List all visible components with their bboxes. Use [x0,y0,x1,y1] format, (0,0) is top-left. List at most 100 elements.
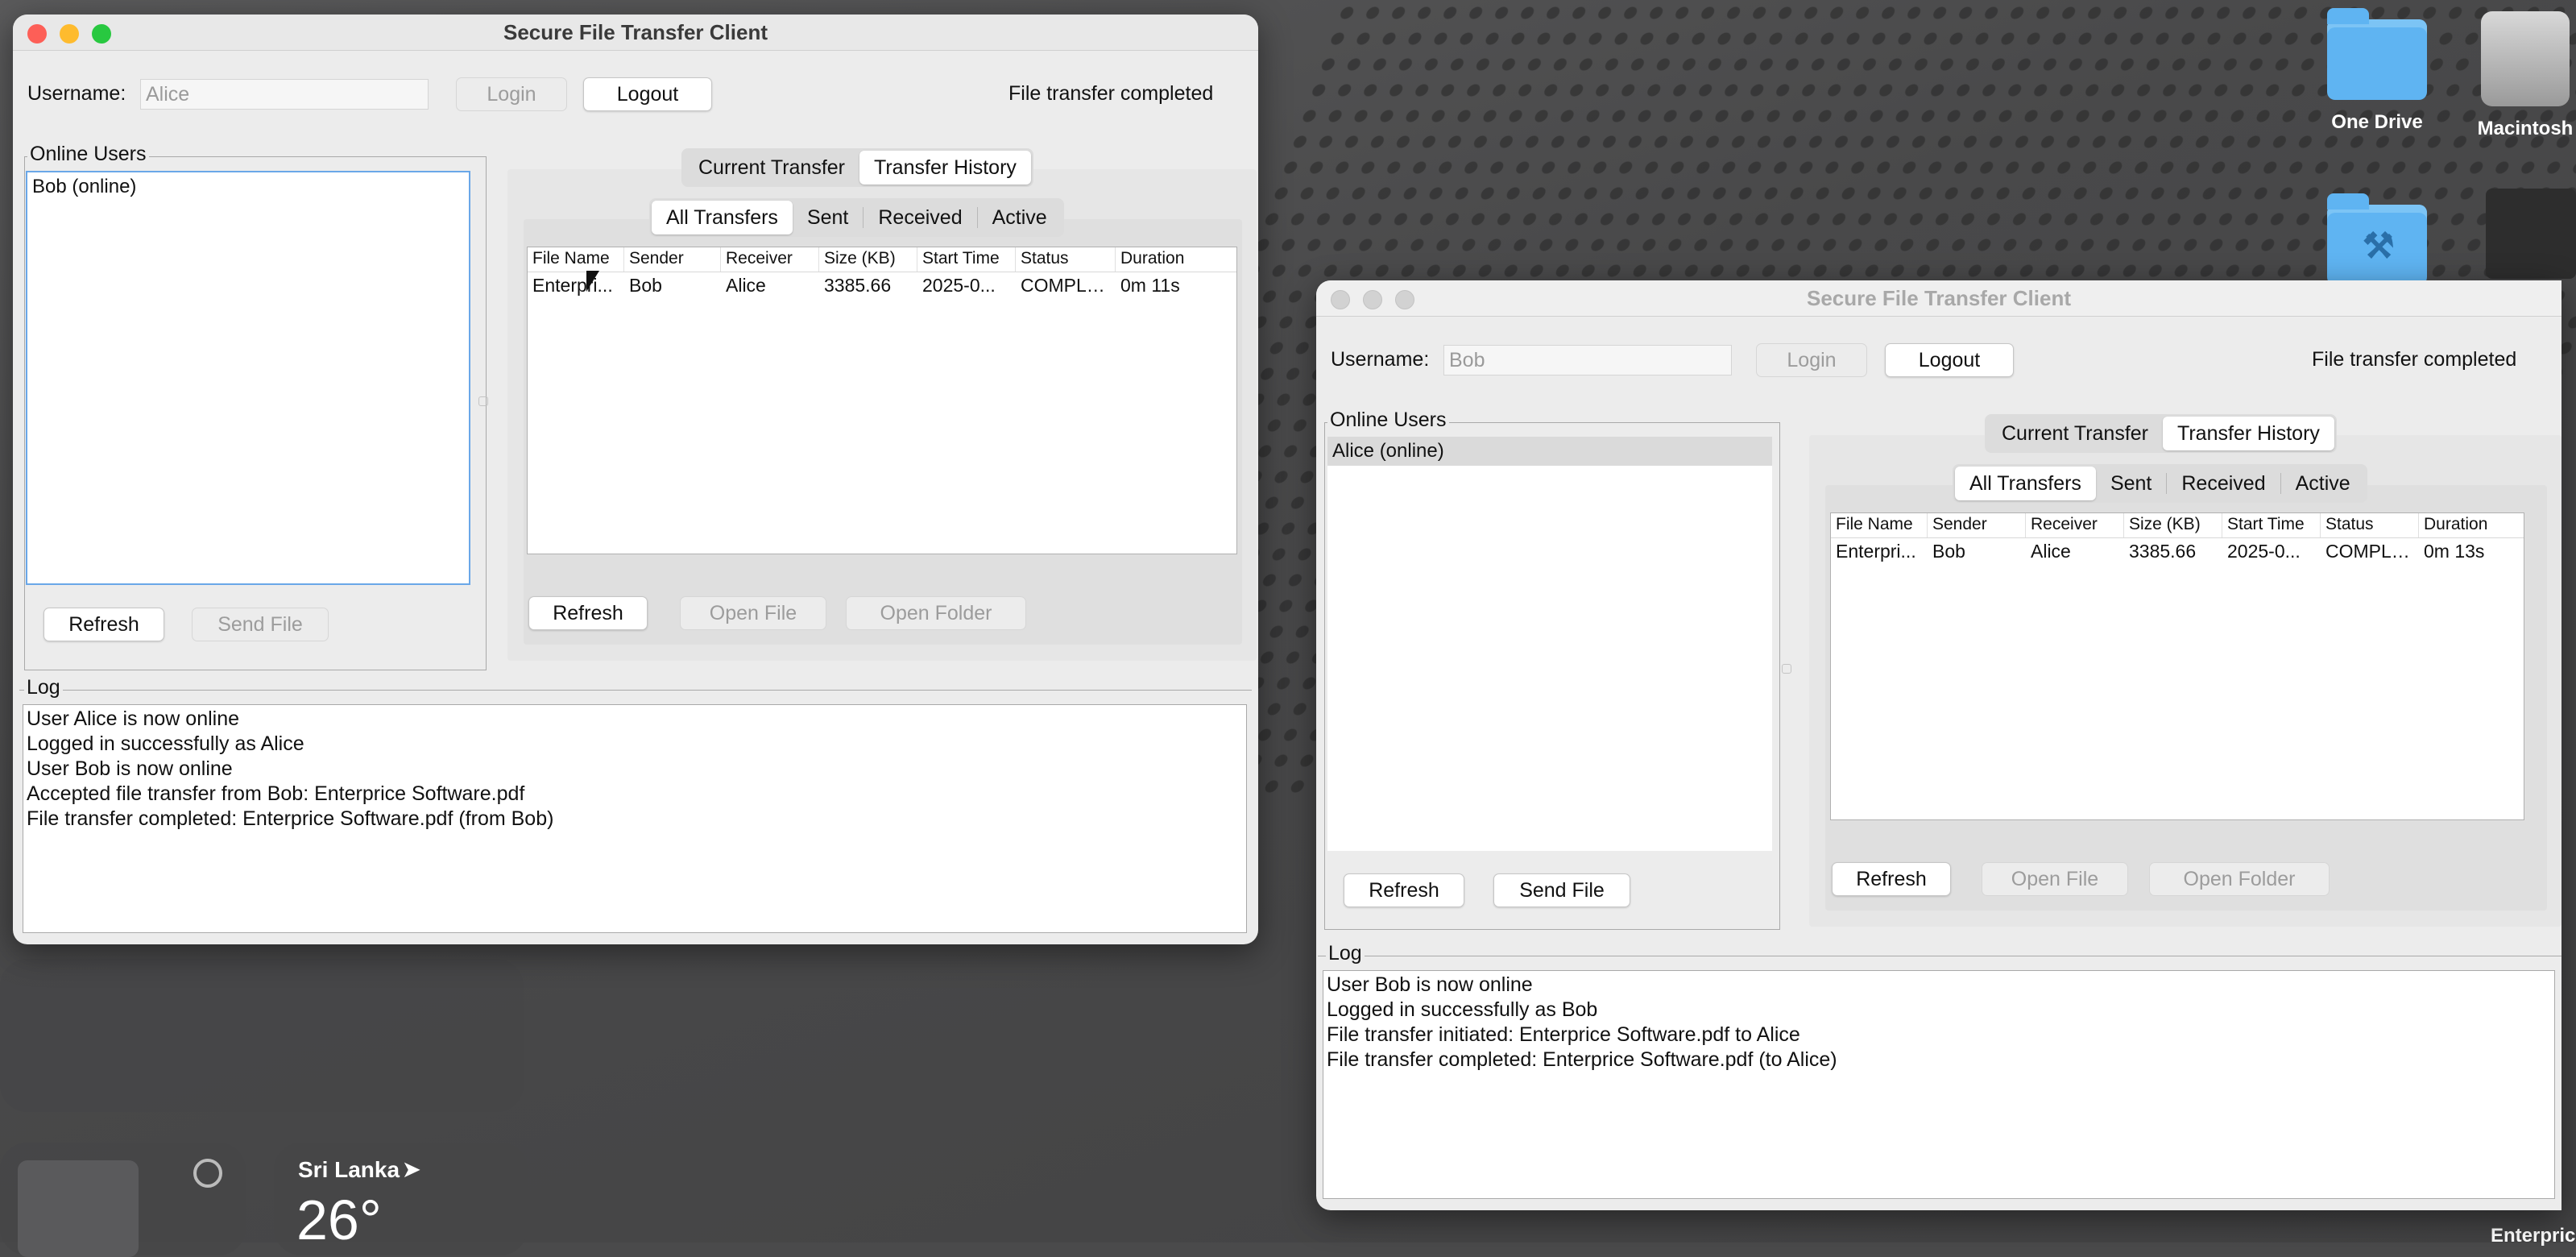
log-line: File transfer completed: Enterprice Soft… [27,807,554,830]
table-cell: 3385.66 [824,275,892,296]
username-label: Username: [27,82,126,105]
split-pane-divider[interactable] [478,396,488,406]
column-header[interactable]: Start Time [2222,513,2321,537]
table-cell: Alice [2031,541,2071,562]
hard-disk-icon [2481,11,2570,106]
login-button[interactable]: Login [1756,343,1867,377]
log-line: Accepted file transfer from Bob: Enterpr… [27,782,525,805]
open-folder-button[interactable]: Open Folder [2149,862,2330,896]
tab-transfer-history[interactable]: Transfer History [859,151,1031,185]
weather-location: Sri Lanka [298,1157,400,1182]
user-list-item[interactable]: Bob (online) [27,172,469,201]
weather-widget[interactable]: Sri Lanka ➤ 26° [274,1143,528,1255]
filter-all-transfers[interactable]: All Transfers [1955,467,2096,500]
send-file-button[interactable]: Send File [1493,873,1630,907]
filter-sent[interactable]: Sent [2096,467,2166,500]
log-line: Logged in successfully as Alice [27,732,304,755]
log-area[interactable]: User Bob is now online Logged in success… [1323,970,2555,1199]
window-title: Secure File Transfer Client [1806,286,2071,310]
column-header[interactable]: Duration [1116,247,1236,272]
refresh-users-button[interactable]: Refresh [1344,873,1464,907]
tab-current-transfer[interactable]: Current Transfer [684,151,859,185]
user-list-item[interactable]: Alice (online) [1327,437,1772,466]
close-button[interactable] [27,24,47,44]
podcast-artwork [18,1160,139,1257]
filter-active[interactable]: Active [978,201,1062,234]
tab-transfer-history[interactable]: Transfer History [2163,417,2334,450]
podcast-widget[interactable] [0,1143,246,1257]
widget-panel [0,959,524,1112]
table-cell: Enterpri... [532,275,613,296]
filter-sent[interactable]: Sent [793,201,863,234]
zoom-button[interactable] [92,24,111,44]
folder-icon [2327,8,2427,100]
logout-button[interactable]: Logout [583,77,712,111]
open-file-button[interactable]: Open File [1982,862,2128,896]
table-cell: Alice [726,275,766,296]
username-field[interactable]: Alice [140,79,429,110]
online-users-list[interactable]: Alice (online) [1327,437,1772,851]
refresh-users-button[interactable]: Refresh [43,608,164,641]
column-header[interactable]: Receiver [721,247,819,272]
filter-all-transfers[interactable]: All Transfers [652,201,793,234]
column-header[interactable]: Start Time [917,247,1016,272]
log-line: User Bob is now online [1327,973,1533,996]
log-area[interactable]: User Alice is now online Logged in succe… [23,704,1247,933]
login-button[interactable]: Login [456,77,567,111]
column-header[interactable]: File Name [1831,513,1928,537]
table-row[interactable]: Enterpri... Bob Alice 3385.66 2025-0... … [1831,538,2524,564]
window-titlebar[interactable]: Secure File Transfer Client [1316,280,2562,317]
column-header[interactable]: Sender [1928,513,2026,537]
podcast-icon [193,1159,222,1188]
table-header: File Name Sender Receiver Size (KB) Star… [528,247,1236,272]
alice-client-window: Secure File Transfer Client Username: Al… [13,15,1258,944]
table-cell: 0m 13s [2424,541,2485,562]
bob-client-window: Secure File Transfer Client Username: Bo… [1316,280,2562,1210]
table-row[interactable]: Enterpri... Bob Alice 3385.66 2025-0... … [528,272,1236,298]
filter-received[interactable]: Received [2167,467,2280,500]
log-line: File transfer completed: Enterprice Soft… [1327,1048,1837,1071]
username-label: Username: [1331,348,1430,371]
online-users-title: Online Users [27,143,149,164]
filter-active[interactable]: Active [2281,467,2365,500]
column-header[interactable]: Status [2321,513,2419,537]
zoom-button[interactable] [1395,290,1414,309]
column-header[interactable]: Sender [624,247,721,272]
tab-current-transfer[interactable]: Current Transfer [1987,417,2163,450]
online-users-title: Online Users [1327,409,1449,430]
open-folder-button[interactable]: Open Folder [846,596,1026,630]
history-refresh-button[interactable]: Refresh [528,596,648,630]
history-refresh-button[interactable]: Refresh [1832,862,1951,896]
column-header[interactable]: Status [1016,247,1116,272]
transfer-history-table[interactable]: File Name Sender Receiver Size (KB) Star… [527,247,1237,554]
log-title: Log [24,677,63,698]
close-button[interactable] [1331,290,1350,309]
column-header[interactable]: Size (KB) [2124,513,2222,537]
open-file-button[interactable]: Open File [680,596,826,630]
minimize-button[interactable] [60,24,79,44]
desktop-icon-onedrive[interactable]: One Drive [2309,8,2446,134]
column-header[interactable]: Receiver [2026,513,2124,537]
table-cell: 3385.66 [2129,541,2197,562]
transfer-history-table[interactable]: File Name Sender Receiver Size (KB) Star… [1830,512,2524,820]
column-header[interactable]: File Name [528,247,624,272]
filter-received[interactable]: Received [863,201,976,234]
logout-button[interactable]: Logout [1885,343,2014,377]
table-cell: COMPLE... [1021,275,1115,296]
developer-folder-icon: ⚒ [2327,193,2427,285]
send-file-button[interactable]: Send File [192,608,329,641]
column-header[interactable]: Size (KB) [819,247,917,272]
screenshot-thumbnail-icon[interactable] [2486,189,2576,279]
main-tabs: Current Transfer Transfer History [1985,414,2337,453]
desktop-icon-macintosh[interactable]: Macintosh [2457,11,2576,140]
online-users-list[interactable]: Bob (online) [26,171,470,585]
filter-tabs: All Transfers Sent Received Active [1953,464,2367,503]
minimize-button[interactable] [1363,290,1382,309]
column-header[interactable]: Duration [2419,513,2524,537]
log-line: User Bob is now online [27,757,233,780]
mouse-pointer-icon [586,271,599,292]
username-field[interactable]: Bob [1443,345,1732,375]
split-pane-divider[interactable] [1782,664,1791,674]
status-text: File transfer completed [2312,348,2517,371]
window-titlebar[interactable]: Secure File Transfer Client [13,15,1258,51]
